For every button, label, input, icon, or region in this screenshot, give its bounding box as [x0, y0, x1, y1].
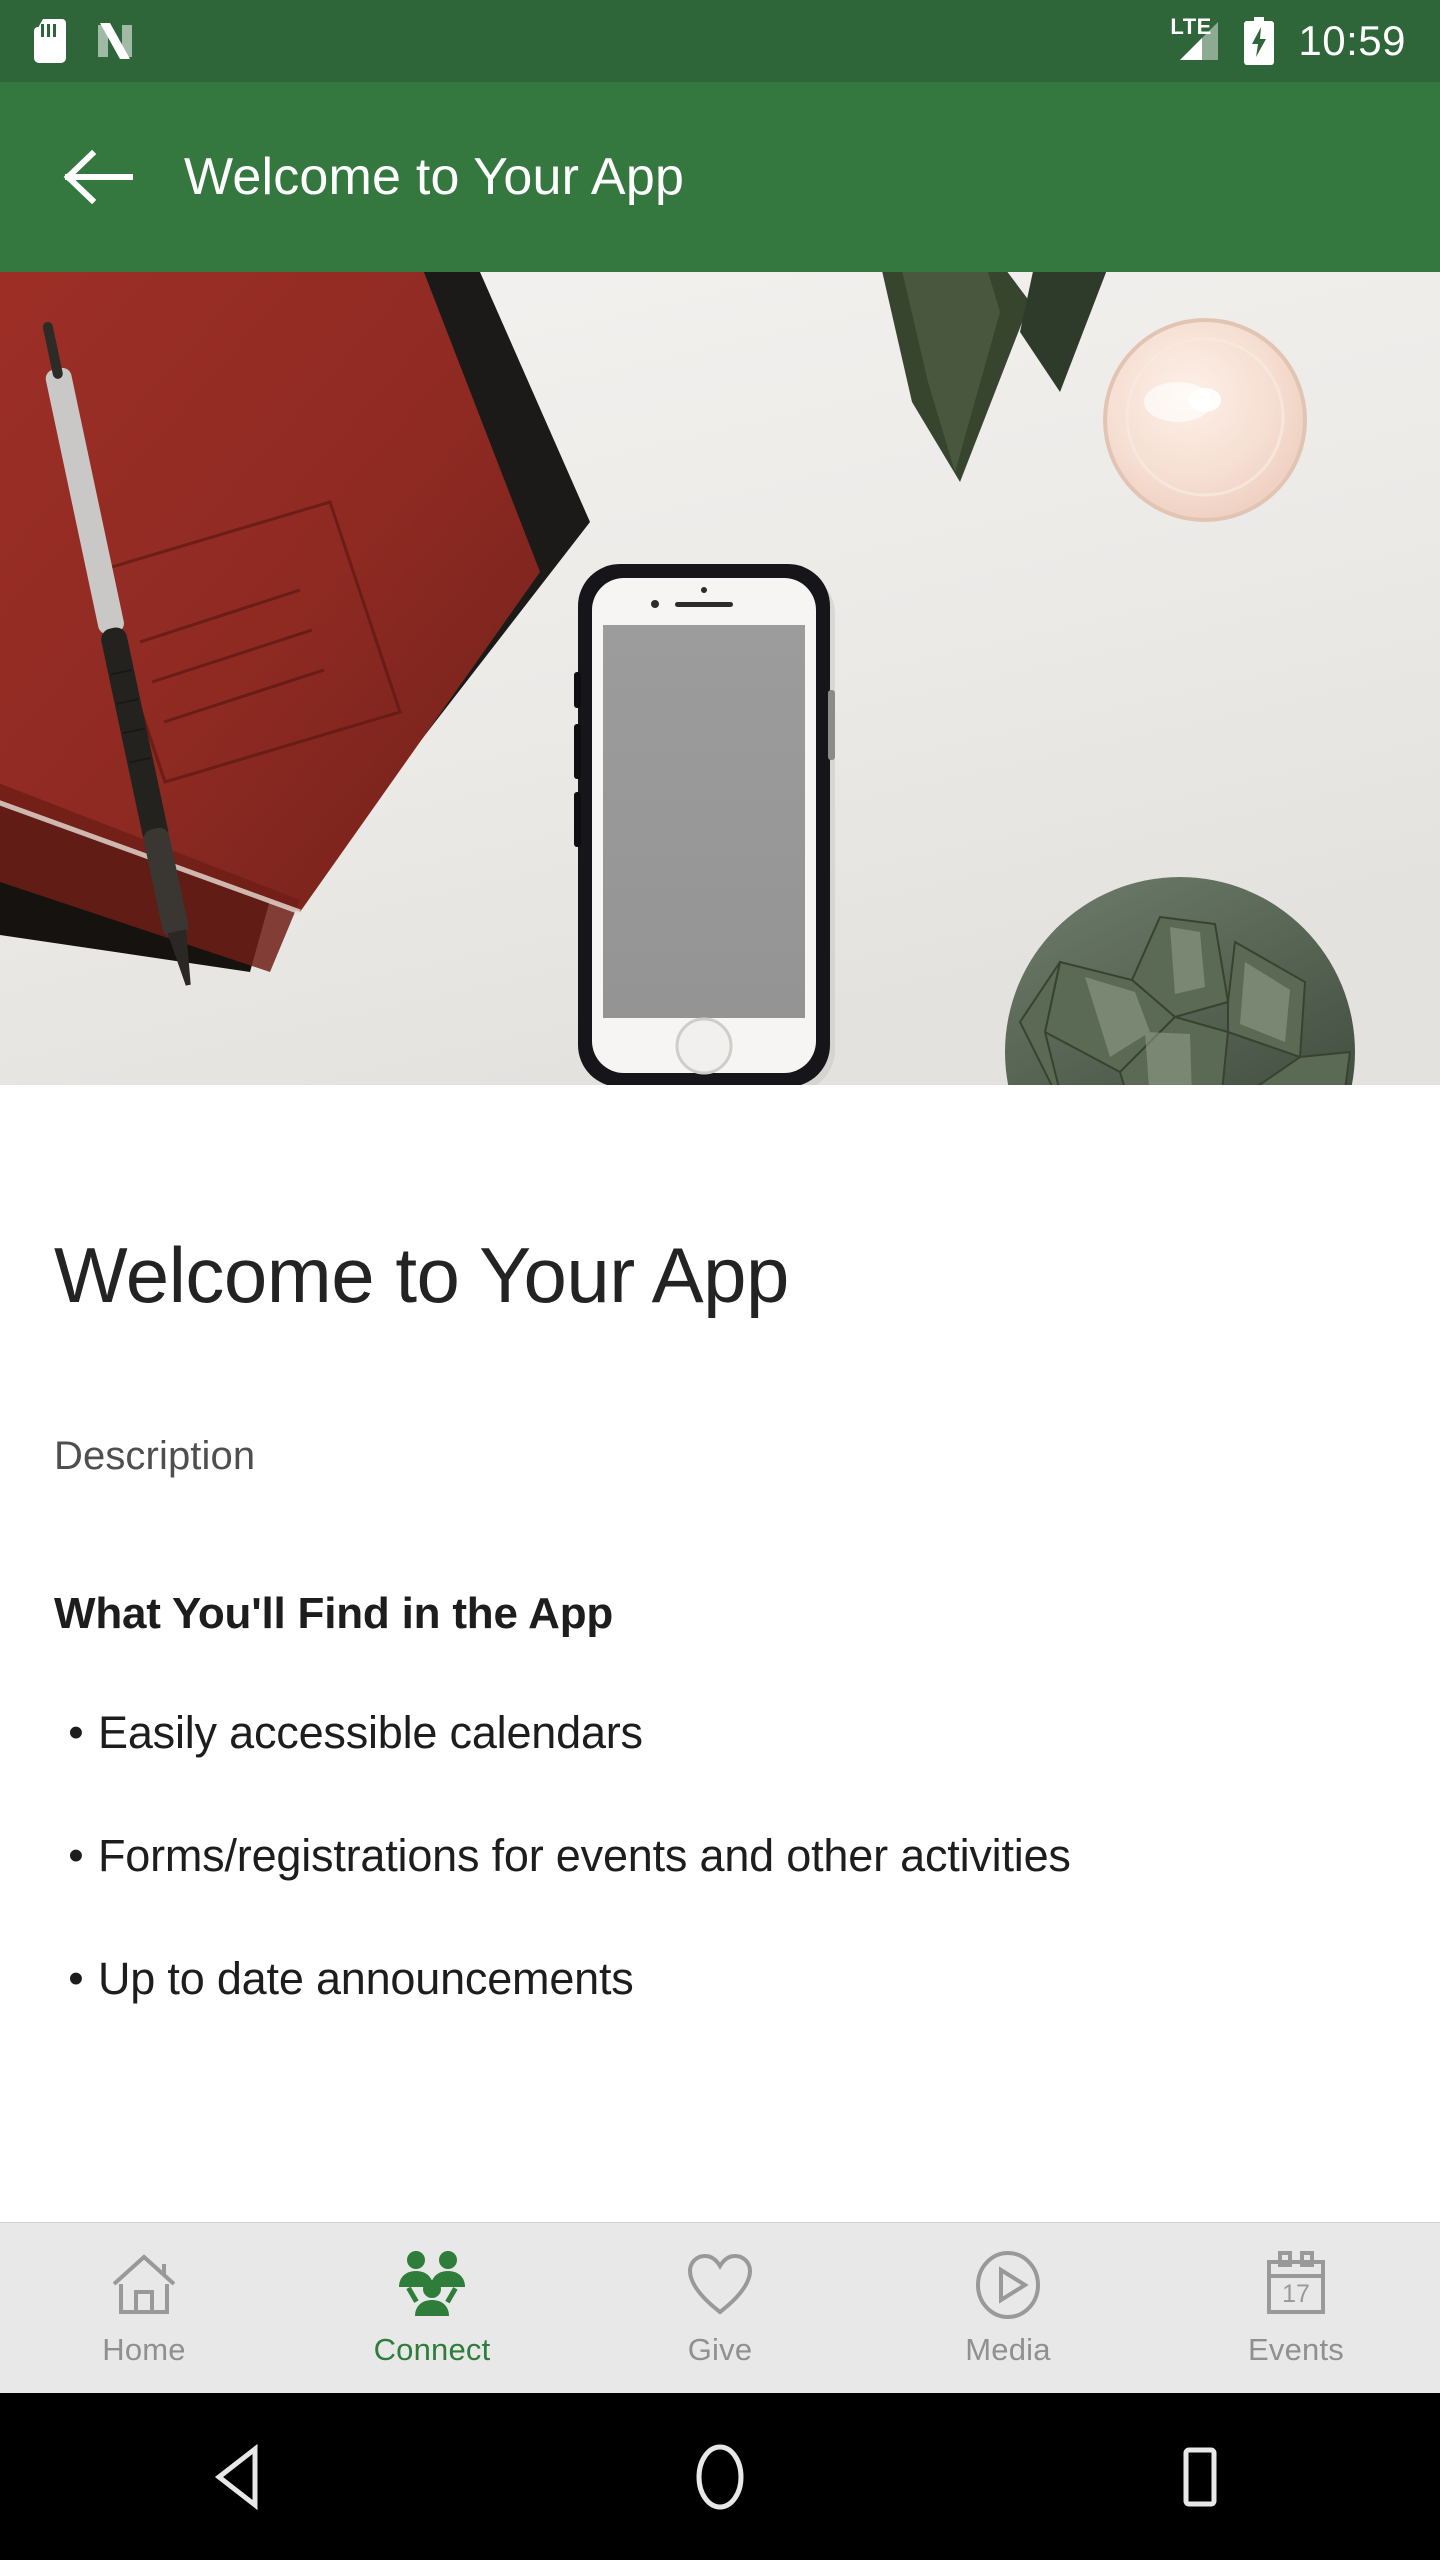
sd-card-icon [34, 19, 66, 63]
calendar-icon: 17 [1260, 2248, 1332, 2322]
body-heading: What You'll Find in the App [54, 1589, 614, 1638]
back-arrow-icon [63, 149, 133, 205]
list-item-text: Up to date announcements [98, 1953, 634, 2004]
list-item-text: Easily accessible calendars [98, 1707, 643, 1758]
feature-list: • Easily accessible calendars • Forms/re… [54, 1675, 1386, 2036]
nav-label: Give [687, 2332, 753, 2367]
home-icon [109, 2248, 179, 2322]
status-bar: LTE 10:59 [0, 0, 1440, 82]
nav-label: Connect [373, 2332, 491, 2367]
signal-bars-icon: LTE [1170, 16, 1220, 62]
list-item-text: Forms/registrations for events and other… [98, 1830, 1071, 1881]
nav-label: Events [1248, 2332, 1344, 2367]
list-item: • Forms/registrations for events and oth… [54, 1798, 1386, 1913]
nfc-icon [98, 23, 132, 59]
square-recents-icon [1183, 2447, 1217, 2506]
nav-item-connect[interactable]: Connect [288, 2223, 576, 2393]
android-system-nav [0, 2393, 1440, 2560]
status-bar-right-icons: LTE 10:59 [1170, 16, 1406, 65]
clock: 10:59 [1298, 17, 1406, 64]
android-back-button[interactable] [0, 2443, 480, 2511]
status-bar-left-icons [34, 19, 136, 63]
bottom-navigation-bar: Home Connect Give Media 17 Events [0, 2222, 1440, 2393]
bullet-marker-icon: • [68, 1708, 84, 1757]
hero-image [0, 272, 1440, 1085]
list-item: • Easily accessible calendars [54, 1675, 1386, 1790]
app-bar: Welcome to Your App [0, 82, 1440, 272]
list-item: • Up to date announcements [54, 1921, 1386, 2036]
heart-icon [684, 2248, 756, 2322]
back-button[interactable] [42, 122, 152, 232]
nav-label: Media [965, 2332, 1051, 2367]
people-icon [394, 2248, 470, 2322]
phone-screen: LTE 10:59 Welcome to Your App Welcome to… [0, 0, 1440, 2560]
calendar-day-number: 17 [1282, 2280, 1310, 2308]
play-circle-icon [973, 2248, 1043, 2322]
nav-item-home[interactable]: Home [0, 2223, 288, 2393]
android-home-button[interactable] [480, 2442, 960, 2512]
nav-item-give[interactable]: Give [576, 2223, 864, 2393]
nav-item-media[interactable]: Media [864, 2223, 1152, 2393]
content-area: Welcome to Your App Description What You… [0, 1085, 1440, 2222]
page-title: Welcome to Your App [54, 1231, 789, 1319]
bullet-marker-icon: • [68, 1831, 84, 1880]
nav-label: Home [102, 2332, 186, 2367]
circle-home-icon [696, 2444, 744, 2509]
description-label: Description [54, 1434, 256, 1478]
app-bar-title: Welcome to Your App [184, 148, 685, 206]
battery-charging-icon [1244, 17, 1275, 65]
triangle-back-icon [214, 2443, 258, 2510]
android-recents-button[interactable] [960, 2442, 1440, 2512]
nav-item-events[interactable]: 17 Events [1152, 2223, 1440, 2393]
bullet-marker-icon: • [68, 1954, 84, 2003]
hero-photo [0, 272, 1440, 1085]
